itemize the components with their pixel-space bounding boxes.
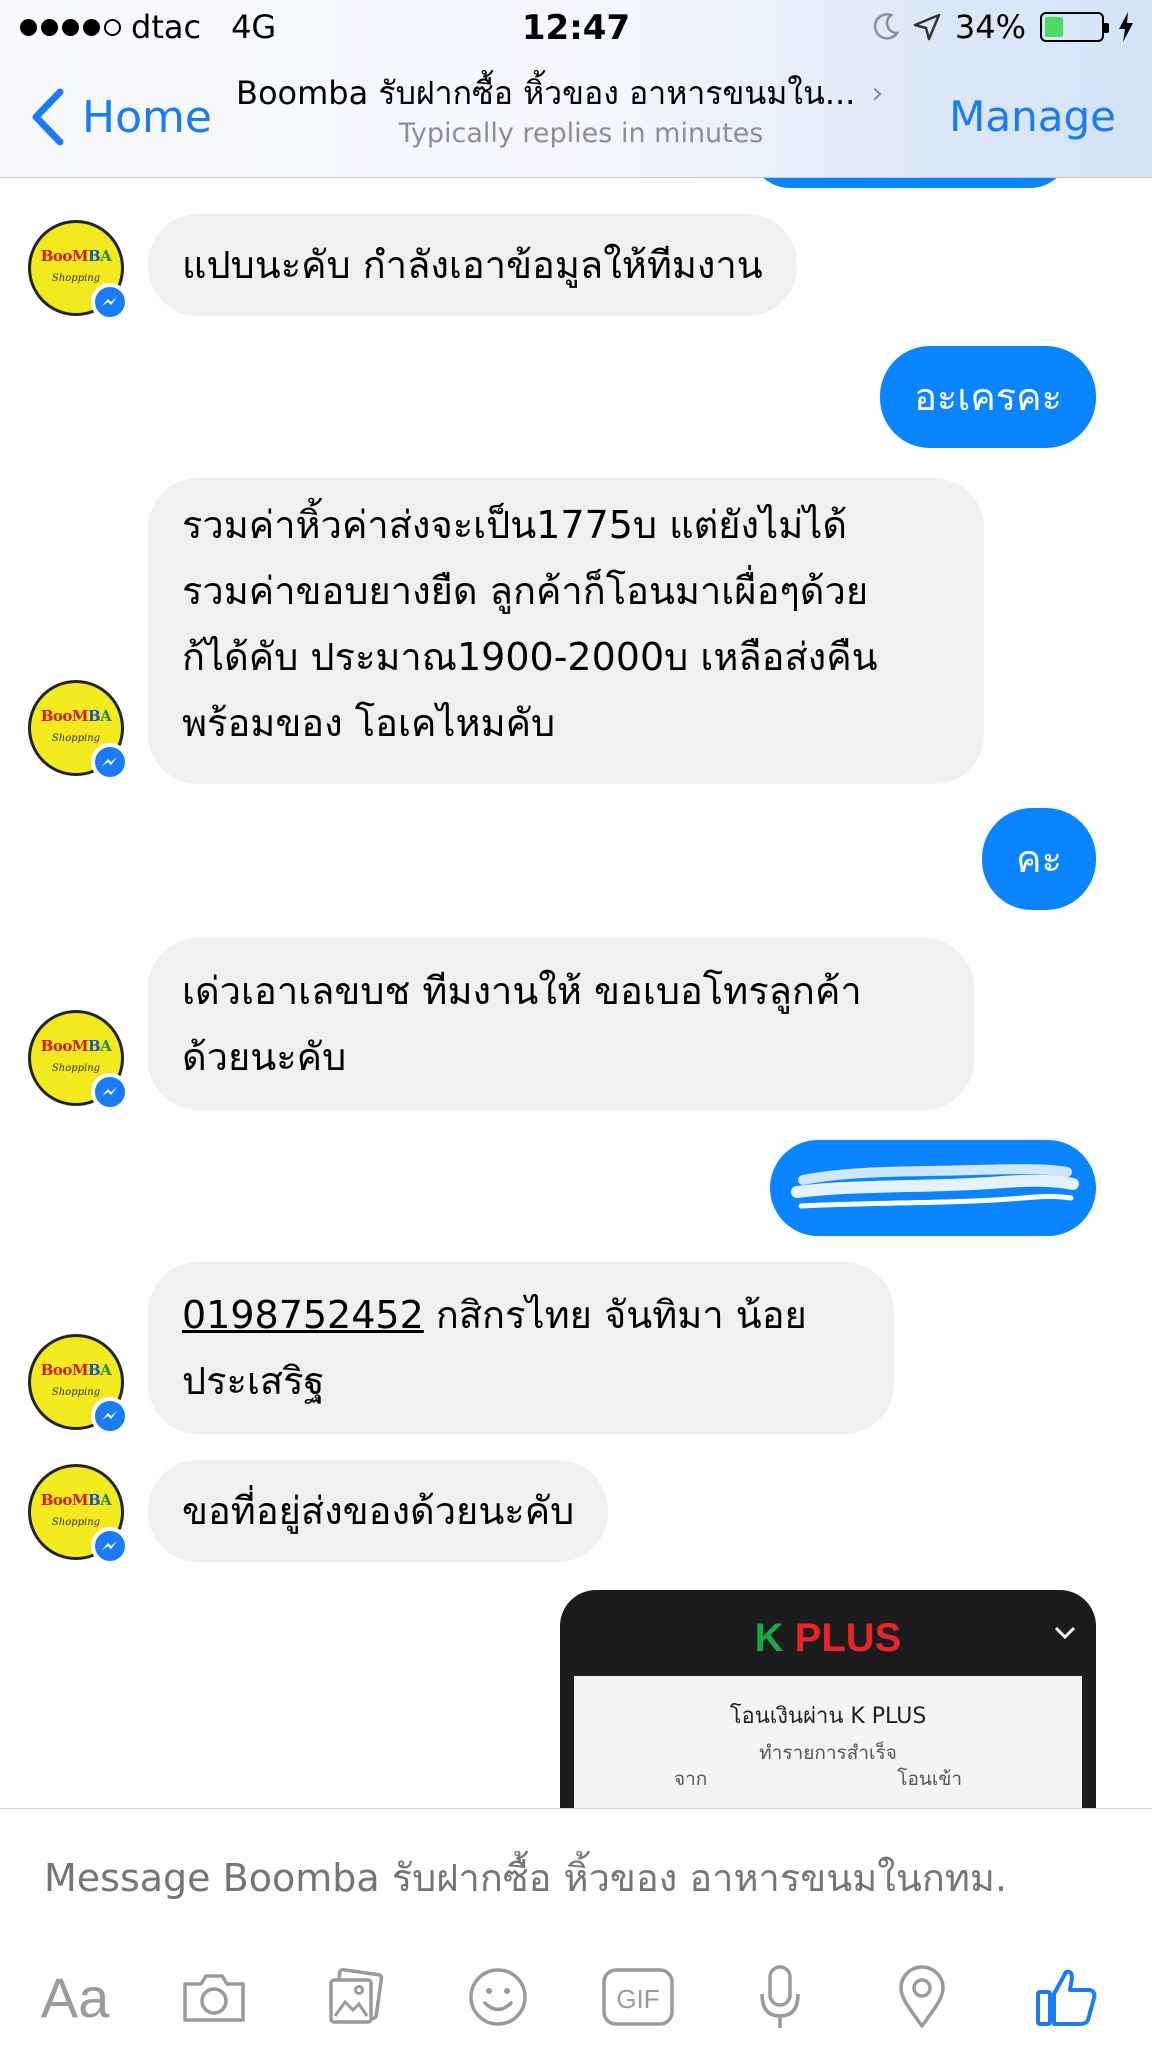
message-bubble-outgoing[interactable]: อะเครคะ	[880, 346, 1096, 448]
message-composer: Aa GI	[0, 1808, 1152, 2048]
transfer-slip-status: ทำรายการสำเร็จ	[759, 1742, 897, 1764]
message-bubble-outgoing-redacted[interactable]	[770, 1140, 1096, 1236]
moon-icon	[873, 13, 899, 40]
voice-message-button[interactable]	[740, 1957, 820, 2037]
svg-text:GIF: GIF	[616, 1984, 659, 2014]
avatar[interactable]: BooMBA Shopping	[28, 1010, 129, 1111]
photo-gallery-button[interactable]	[316, 1957, 396, 2037]
manage-button[interactable]: Manage	[949, 92, 1116, 141]
messenger-badge-icon	[91, 1527, 129, 1565]
navigation-bar: dtac 4G 12:47 34% Home Boomba รับฝากซื้อ…	[0, 0, 1152, 178]
messenger-badge-icon	[91, 743, 129, 781]
message-bubble-incoming[interactable]: แปบนะคับ กำลังเอาข้อมูลให้ทีมงาน	[148, 214, 797, 316]
chevron-down-icon	[1054, 1626, 1076, 1640]
message-text: คะ	[1016, 837, 1062, 881]
camera-icon	[183, 1974, 245, 2022]
reply-time-subtitle: Typically replies in minutes	[398, 118, 764, 149]
messenger-badge-icon	[91, 1073, 129, 1111]
message-text-line: พร้อมของ โอเคไหมคับ	[182, 701, 556, 745]
avatar-logo: BooMBA	[40, 707, 112, 725]
shared-image-transfer-slip[interactable]: K PLUS โอนเงินผ่าน K PLUS ทำรายการสำเร็จ…	[560, 1590, 1096, 1808]
battery-level	[1045, 17, 1064, 37]
chevron-left-icon	[32, 88, 64, 146]
message-text-line: ประเสริฐ	[182, 1359, 325, 1403]
message-bubble-outgoing-partial	[750, 178, 1070, 188]
message-bubble-incoming[interactable]: 0198752452 กสิกรไทย จันทิมา น้อย ประเสริ…	[148, 1262, 894, 1434]
location-arrow-icon	[913, 13, 941, 41]
charging-bolt-icon	[1119, 12, 1133, 42]
microphone-icon	[760, 1965, 800, 2028]
messenger-badge-icon	[91, 283, 129, 321]
gif-icon: GIF	[602, 1968, 674, 2026]
message-bubble-incoming[interactable]: ขอที่อยู่ส่งของด้วยนะคับ	[148, 1460, 609, 1562]
avatar[interactable]: BooMBA Shopping	[28, 1334, 129, 1435]
thumbs-up-icon	[1036, 1969, 1097, 2026]
back-label: Home	[82, 91, 212, 143]
message-text-line: 0198752452 กสิกรไทย จันทิมา น้อย	[182, 1293, 807, 1337]
battery-percent: 34%	[954, 8, 1026, 46]
location-button[interactable]	[882, 1957, 962, 2037]
camera-button[interactable]	[174, 1957, 254, 2037]
avatar[interactable]: BooMBA Shopping	[28, 220, 129, 321]
chevron-right-icon: ›	[871, 76, 884, 111]
avatar-logo: BooMBA	[40, 1491, 112, 1509]
transfer-slip-title: โอนเงินผ่าน K PLUS	[729, 1704, 927, 1729]
message-text: อะเครคะ	[914, 375, 1062, 419]
gif-button[interactable]: GIF	[598, 1957, 678, 2037]
smiley-icon	[469, 1968, 527, 2026]
like-button[interactable]	[1026, 1957, 1106, 2037]
avatar-logo: BooMBA	[40, 1037, 112, 1055]
message-input[interactable]	[44, 1851, 1124, 1905]
battery-icon	[1040, 12, 1109, 42]
page-title: Boomba รับฝากซื้อ หิ้วของ อาหารขนมใน...	[236, 74, 856, 112]
message-bubble-incoming[interactable]: รวมค่าหิ้วค่าส่งจะเป็น1775บ แต่ยังไม่ได้…	[148, 478, 984, 784]
kplus-logo: K PLUS	[754, 1616, 902, 1660]
conversation-title[interactable]: Boomba รับฝากซื้อ หิ้วของ อาหารขนมใน... …	[236, 68, 926, 119]
message-text-line: เด่วเอาเลขบช ทีมงานให้ ขอเบอโทรลูกค้า	[182, 969, 862, 1013]
message-bubble-incoming[interactable]: เด่วเอาเลขบช ทีมงานให้ ขอเบอโทรลูกค้า ด้…	[148, 938, 974, 1110]
message-text: แปบนะคับ กำลังเอาข้อมูลให้ทีมงาน	[182, 243, 763, 287]
status-right: 34%	[873, 8, 1134, 46]
conversation-thread[interactable]: แปบนะคับ กำลังเอาข้อมูลให้ทีมงาน BooMBA …	[0, 178, 1152, 1808]
back-button[interactable]: Home	[30, 88, 212, 146]
location-pin-icon	[899, 1965, 945, 2028]
message-bubble-outgoing[interactable]: คะ	[982, 808, 1096, 910]
transfer-slip-card: โอนเงินผ่าน K PLUS ทำรายการสำเร็จ จาก โอ…	[574, 1676, 1082, 1808]
photo-gallery-icon	[329, 1967, 384, 2024]
status-bar: dtac 4G 12:47 34%	[0, 0, 1152, 58]
message-text-line: รวมค่าขอบยางยืด ลูกค้าก็โอนมาเผื่อๆด้วย	[182, 569, 869, 613]
avatar-logo: BooMBA	[40, 247, 112, 265]
message-text-line: ก้ได้คับ ประมาณ1900-2000บ เหลือส่งคืน	[182, 635, 878, 679]
avatar-logo: BooMBA	[40, 1361, 112, 1379]
avatar[interactable]: BooMBA Shopping	[28, 680, 129, 781]
message-text: ขอที่อยู่ส่งของด้วยนะคับ	[182, 1489, 575, 1533]
composer-toolbar: Aa GIF	[0, 1957, 1152, 2037]
text-format-button[interactable]: Aa	[30, 1957, 120, 2037]
transfer-from-label: จาก	[674, 1768, 708, 1790]
message-text-line: รวมค่าหิ้วค่าส่งจะเป็น1775บ แต่ยังไม่ได้	[182, 503, 848, 547]
avatar[interactable]: BooMBA Shopping	[28, 1464, 129, 1565]
emoji-button[interactable]	[458, 1957, 538, 2037]
account-number-link[interactable]: 0198752452	[182, 1293, 424, 1337]
redaction-scribble	[791, 1164, 1079, 1209]
messenger-badge-icon	[91, 1397, 129, 1435]
transfer-to-label: โอนเข้า	[897, 1768, 962, 1790]
message-text-line: ด้วยนะคับ	[182, 1035, 347, 1079]
